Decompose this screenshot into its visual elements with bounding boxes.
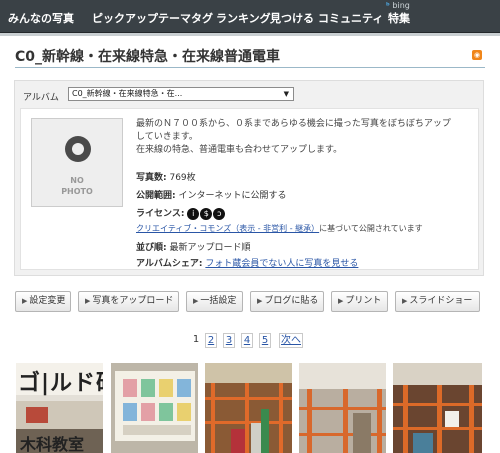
page-title: C0_新幹線・在来線特急・在来線普通電車: [15, 49, 281, 65]
description-line3: 在来線の特急、普通電車も合わせてアップします。: [136, 145, 343, 155]
thumbnail-image: [393, 363, 482, 453]
thumbnail-image: [111, 363, 198, 453]
triangle-right-icon: ▶: [193, 297, 199, 305]
thumbnail-image: [299, 363, 386, 453]
triangle-right-icon: ▶: [338, 297, 344, 305]
slideshow-button[interactable]: ▶ スライドショー: [395, 291, 480, 312]
thumbnail-image: [205, 363, 292, 453]
print-button-label: プリント: [345, 296, 382, 306]
thumb-sign-text: ゴ|ルド研: [18, 371, 103, 396]
nav-pickup[interactable]: ピックアップ: [92, 10, 158, 26]
visibility: 公開範囲: インターネットに公開する: [136, 188, 287, 201]
no-photo-text: NO PHOTO: [32, 175, 122, 197]
photo-count: 写真数: 769枚: [136, 170, 196, 183]
album-panel: アルバム C0_新幹線・在来線特急・在... ▼ NO PHOTO 最新のＮ７０…: [14, 80, 484, 276]
bulk-settings-button-label: 一括設定: [200, 296, 237, 306]
thumb-sign-text-2: 木科教室: [20, 435, 85, 453]
page-link[interactable]: 2: [205, 333, 217, 348]
photo-count-label: 写真数:: [136, 173, 167, 183]
nav-theme-tag[interactable]: テーマタグ: [158, 10, 213, 26]
description-line2: していきます。: [136, 132, 198, 142]
slideshow-button-label: スライドショー: [409, 296, 473, 306]
page-next[interactable]: 次へ: [279, 333, 303, 348]
share-non-member-link[interactable]: フォト蔵会員でない人に写真を見せる: [205, 259, 358, 269]
page-link[interactable]: 5: [259, 333, 271, 348]
nav-community[interactable]: コミュニティ: [318, 10, 383, 26]
nav-subline: [0, 33, 500, 36]
cc-license-suffix: に基づいて公開されています: [319, 224, 423, 233]
photo-thumbnail[interactable]: ゴ|ルド研 木科教室: [15, 363, 103, 453]
album-cover-placeholder: NO PHOTO: [31, 118, 123, 207]
rss-icon[interactable]: ◉: [472, 50, 482, 60]
print-button[interactable]: ▶ プリント: [331, 291, 388, 312]
album-info: NO PHOTO 最新のＮ７００系から、０系まであらゆる機会に撮った写真をぼちぼ…: [20, 108, 479, 270]
no-photo-line2: PHOTO: [61, 187, 93, 196]
chevron-down-icon: ▼: [283, 90, 289, 98]
blog-paste-button[interactable]: ▶ ブログに貼る: [250, 291, 324, 312]
cc-nc-icon: $: [200, 207, 213, 220]
album-select[interactable]: C0_新幹線・在来線特急・在... ▼: [68, 87, 294, 101]
settings-button-label: 設定変更: [29, 296, 66, 306]
license-note: クリエイティブ・コモンズ（表示 - 非営利 - 継承）に基づいて公開されています: [136, 223, 423, 234]
cc-sa-icon: ↄ: [213, 207, 226, 220]
no-photo-line1: NO: [70, 176, 84, 185]
nav-ranking[interactable]: ランキング: [216, 10, 271, 26]
description-line1: 最新のＮ７００系から、０系まであらゆる機会に撮った写真をぼちぼちアップ: [136, 119, 451, 129]
title-divider: [15, 67, 485, 68]
top-nav: みんなの写真 ピックアップ テーマタグ ランキング 見つける コミュニティ 特集…: [0, 0, 500, 33]
page-link[interactable]: 4: [241, 333, 253, 348]
photo-thumbnail[interactable]: [392, 363, 482, 453]
page-link[interactable]: 3: [223, 333, 235, 348]
sort-order: 並び順: 最新アップロード順: [136, 240, 251, 253]
album-description: 最新のＮ７００系から、０系まであらゆる機会に撮った写真をぼちぼちアップ していき…: [136, 118, 476, 157]
bulk-settings-button[interactable]: ▶ 一括設定: [186, 291, 243, 312]
photo-count-value: 769枚: [169, 173, 196, 183]
upload-button[interactable]: ▶ 写真をアップロード: [78, 291, 179, 312]
license: ライセンス: i $ ↄ: [136, 206, 226, 220]
sort-order-label: 並び順:: [136, 243, 167, 253]
album-label: アルバム: [23, 93, 59, 103]
settings-button[interactable]: ▶ 設定変更: [15, 291, 71, 312]
photo-thumbnail[interactable]: [204, 363, 292, 453]
album-share: アルバムシェア: フォト蔵会員でない人に写真を見せる: [136, 256, 358, 269]
cc-by-icon: i: [187, 207, 200, 220]
album-share-label: アルバムシェア:: [136, 259, 203, 269]
visibility-value: インターネットに公開する: [178, 191, 287, 201]
triangle-right-icon: ▶: [22, 297, 28, 305]
photo-thumbnail[interactable]: [298, 363, 386, 453]
nav-everyone-photos[interactable]: みんなの写真: [8, 10, 74, 26]
album-select-value: C0_新幹線・在来線特急・在...: [72, 89, 183, 98]
page-current: 1: [192, 334, 200, 345]
photo-thumbnail[interactable]: [110, 363, 198, 453]
bing-logo: ᵇ bing: [386, 1, 410, 10]
nav-feature[interactable]: 特集: [388, 10, 410, 26]
triangle-right-icon: ▶: [85, 297, 91, 305]
bing-label: bing: [392, 1, 410, 10]
triangle-right-icon: ▶: [402, 297, 408, 305]
triangle-right-icon: ▶: [257, 297, 263, 305]
visibility-label: 公開範囲:: [136, 191, 176, 201]
license-label: ライセンス:: [136, 209, 185, 219]
camera-aperture-icon: [65, 136, 91, 162]
nav-find[interactable]: 見つける: [270, 10, 314, 26]
sort-order-value: 最新アップロード順: [169, 243, 251, 253]
upload-button-label: 写真をアップロード: [92, 296, 174, 306]
blog-paste-button-label: ブログに貼る: [264, 296, 319, 306]
bing-icon: ᵇ: [386, 1, 390, 10]
cc-license-link[interactable]: クリエイティブ・コモンズ（表示 - 非営利 - 継承）: [136, 224, 319, 233]
